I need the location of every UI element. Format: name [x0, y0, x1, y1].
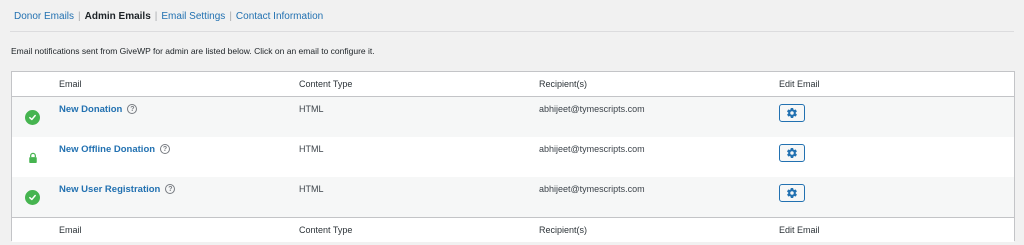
edit-email-button[interactable]	[779, 144, 805, 162]
email-link-new-offline-donation[interactable]: New Offline Donation	[59, 144, 155, 155]
content-type-cell: HTML	[299, 144, 324, 154]
emails-table: Email Content Type Recipient(s) Edit Ema…	[11, 71, 1015, 242]
subnav-separator: |	[229, 11, 232, 22]
help-icon[interactable]: ?	[127, 104, 138, 114]
edit-email-cell	[779, 137, 805, 177]
gear-icon	[787, 187, 797, 199]
email-link-new-user-registration[interactable]: New User Registration	[59, 184, 160, 195]
tab-admin-emails[interactable]: Admin Emails	[85, 11, 151, 23]
recipient-cell: abhijeet@tymescripts.com	[539, 104, 645, 114]
gear-icon	[787, 107, 797, 119]
tab-contact-information[interactable]: Contact Information	[236, 11, 323, 23]
gear-icon	[787, 147, 797, 159]
subnav-separator: |	[154, 11, 158, 22]
table-row: New Offline Donation ? HTML abhijeet@tym…	[12, 137, 1014, 177]
email-subnav: Donor Emails | Admin Emails | Email Sett…	[14, 11, 323, 23]
footer-recipients: Recipient(s)	[539, 225, 588, 235]
edit-email-button[interactable]	[779, 104, 805, 122]
table-header: Email Content Type Recipient(s) Edit Ema…	[12, 72, 1014, 97]
footer-email[interactable]: Email	[59, 218, 82, 242]
divider	[10, 31, 1014, 32]
email-name-cell: New Offline Donation ?	[59, 137, 171, 177]
footer-edit-email: Edit Email	[779, 225, 820, 235]
email-link-new-donation[interactable]: New Donation	[59, 104, 122, 115]
check-circle-icon[interactable]	[25, 190, 40, 205]
header-email[interactable]: Email	[59, 72, 82, 96]
recipient-cell: abhijeet@tymescripts.com	[539, 144, 645, 154]
header-content-type: Content Type	[299, 79, 353, 89]
help-icon[interactable]: ?	[160, 144, 171, 154]
lock-icon	[25, 150, 40, 165]
content-type-cell: HTML	[299, 184, 324, 194]
header-edit-email: Edit Email	[779, 79, 820, 89]
edit-email-button[interactable]	[779, 184, 805, 202]
table-footer: Email Content Type Recipient(s) Edit Ema…	[12, 217, 1014, 242]
page-description: Email notifications sent from GiveWP for…	[11, 46, 375, 56]
subnav-separator: |	[78, 11, 81, 22]
content-type-cell: HTML	[299, 104, 324, 114]
email-name-cell: New User Registration ?	[59, 177, 176, 217]
email-name-cell: New Donation ?	[59, 97, 138, 137]
table-row: New Donation ? HTML abhijeet@tymescripts…	[12, 97, 1014, 137]
edit-email-cell	[779, 177, 805, 217]
tab-donor-emails[interactable]: Donor Emails	[14, 11, 74, 23]
footer-content-type: Content Type	[299, 225, 353, 235]
table-row: New User Registration ? HTML abhijeet@ty…	[12, 177, 1014, 217]
edit-email-cell	[779, 97, 805, 137]
tab-email-settings[interactable]: Email Settings	[161, 11, 225, 23]
help-icon[interactable]: ?	[165, 184, 176, 194]
header-recipients: Recipient(s)	[539, 79, 588, 89]
check-circle-icon[interactable]	[25, 110, 40, 125]
recipient-cell: abhijeet@tymescripts.com	[539, 184, 645, 194]
